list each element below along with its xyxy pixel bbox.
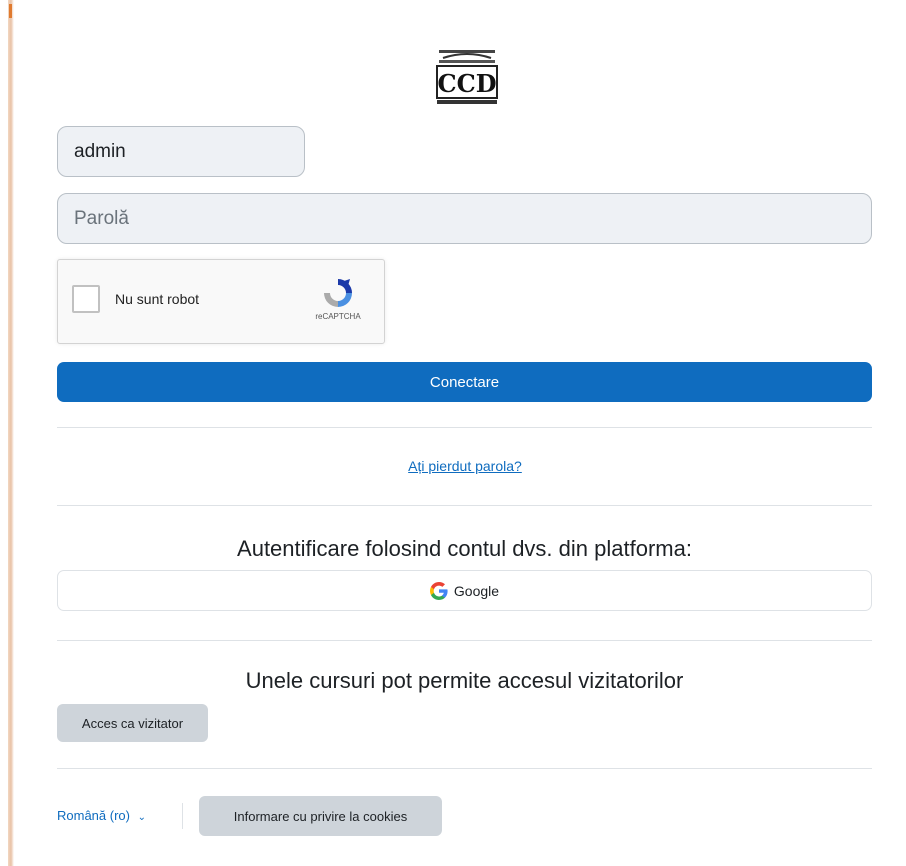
recaptcha-brand: reCAPTCHA: [315, 312, 361, 321]
cookies-info-button[interactable]: Informare cu privire la cookies: [199, 796, 442, 836]
divider: [57, 427, 872, 428]
guest-heading: Unele cursuri pot permite accesul vizita…: [245, 668, 684, 693]
oauth-heading: Autentificare folosind contul dvs. din p…: [237, 536, 692, 561]
language-label: Română (ro): [57, 808, 130, 823]
google-label: Google: [453, 582, 500, 599]
site-logo: CCD: [436, 50, 498, 104]
divider: [57, 640, 872, 641]
recaptcha-widget: Nu sunt robot reCAPTCHA: [57, 259, 385, 344]
left-edge-bar: [0, 0, 14, 866]
password-field[interactable]: [57, 193, 872, 244]
edge-marker: [9, 4, 12, 18]
logo-letters: CCD: [437, 69, 496, 98]
footer-separator: [182, 803, 183, 829]
divider: [57, 505, 872, 506]
chevron-down-icon: ⌄: [137, 812, 146, 823]
google-icon: [429, 581, 448, 600]
language-selector[interactable]: Română (ro) ⌄: [57, 808, 146, 823]
guest-access-button[interactable]: Acces ca vizitator: [57, 704, 208, 742]
recaptcha-label: Nu sunt robot: [115, 291, 200, 307]
forgot-password-link[interactable]: Ați pierdut parola?: [0, 458, 906, 474]
recaptcha-icon: [324, 279, 352, 307]
login-button[interactable]: Conectare: [57, 362, 872, 402]
google-login-button[interactable]: Google: [57, 570, 872, 611]
recaptcha-checkbox[interactable]: [72, 285, 100, 313]
username-field[interactable]: [57, 126, 305, 177]
divider: [57, 768, 872, 769]
